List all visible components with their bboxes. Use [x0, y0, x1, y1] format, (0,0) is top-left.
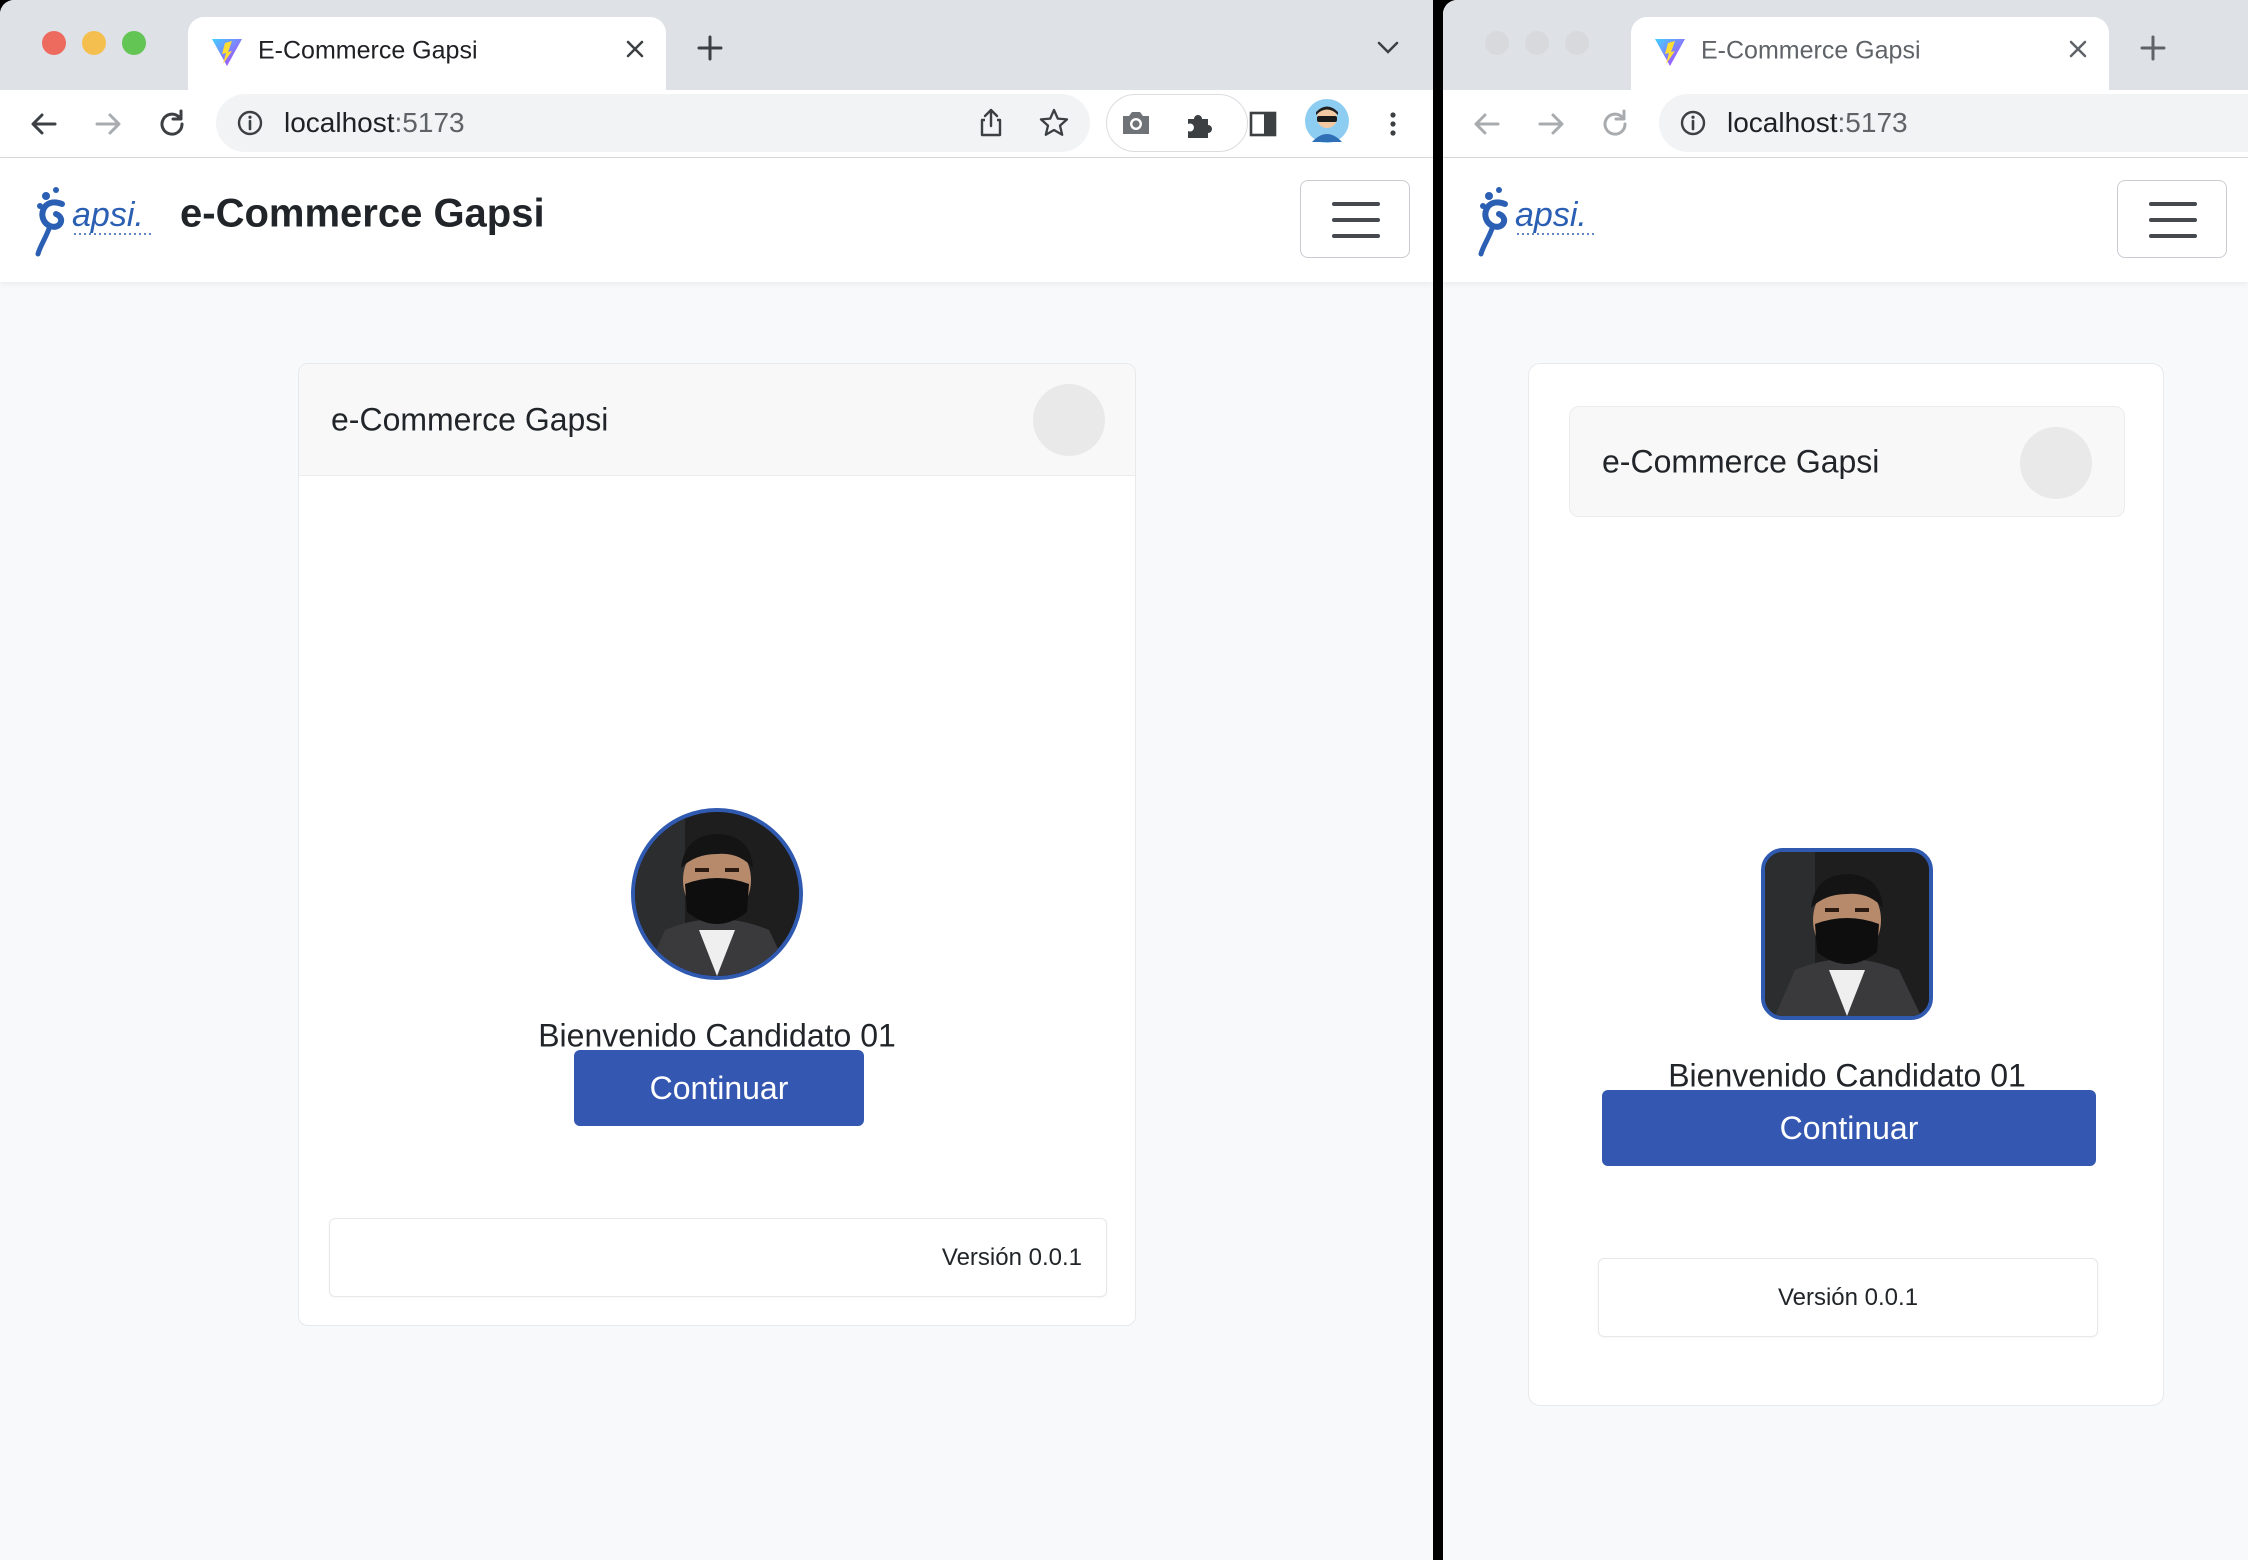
card-header: e-Commerce Gapsi [1569, 406, 2125, 517]
header-avatar-placeholder [1033, 384, 1105, 456]
extensions-group [1106, 94, 1248, 152]
forward-icon[interactable] [1534, 107, 1568, 141]
logo-text: apsi. [72, 196, 144, 234]
welcome-text: Bienvenido Candidato 01 [538, 1017, 896, 1054]
card-header: e-Commerce Gapsi [299, 364, 1135, 476]
user-avatar [631, 808, 803, 980]
hamburger-icon-line [1332, 218, 1380, 222]
close-icon[interactable] [2067, 38, 2089, 60]
url-text: localhost:5173 [1727, 107, 1908, 138]
forward-icon[interactable] [91, 107, 125, 141]
version-text: Versión 0.0.1 [1777, 1284, 1919, 1311]
sidepanel-icon[interactable] [1246, 107, 1280, 141]
tab-title: E-Commerce Gapsi [1701, 36, 1921, 65]
welcome-card: e-Commerce Gapsi Bienvenido Candidato 01… [298, 363, 1136, 1326]
tab-strip: E-Commerce Gapsi [0, 0, 1433, 90]
continue-button[interactable]: Continuar [1602, 1090, 2096, 1166]
address-bar[interactable]: localhost:5173 [1659, 94, 2248, 152]
reload-icon[interactable] [1598, 107, 1632, 141]
hamburger-icon-line [2149, 202, 2197, 206]
plus-icon[interactable] [2139, 34, 2167, 62]
vite-favicon-icon [212, 39, 242, 66]
url-text: localhost:5173 [284, 107, 465, 138]
continue-button[interactable]: Continuar [574, 1050, 864, 1126]
back-icon[interactable] [1470, 107, 1504, 141]
camera-icon[interactable] [1120, 108, 1152, 138]
profile-avatar[interactable] [1304, 98, 1350, 144]
chevron-down-icon[interactable] [1376, 40, 1400, 56]
share-icon[interactable] [976, 107, 1006, 139]
puzzle-icon[interactable] [1183, 107, 1217, 141]
info-icon[interactable] [1679, 109, 1707, 137]
tab-ecommerce-gapsi[interactable]: E-Commerce Gapsi [188, 17, 666, 90]
minimize-window-button[interactable] [1525, 31, 1549, 55]
browser-window-mobile: E-Commerce Gapsi localhost:5173 apsi. e-… [1443, 0, 2248, 1560]
page-content: apsi. e-Commerce Gapsi Bienvenido Candid… [1443, 158, 2248, 1560]
browser-window-desktop: E-Commerce Gapsi localhost:5173 apsi. e-… [0, 0, 1433, 1560]
maximize-window-button[interactable] [122, 31, 146, 55]
card-header-title: e-Commerce Gapsi [331, 401, 609, 438]
brand-title[interactable]: e-Commerce Gapsi [180, 192, 545, 237]
address-bar[interactable]: localhost:5173 [216, 94, 1090, 152]
browser-toolbar: localhost:5173 [0, 90, 1433, 158]
hamburger-icon-line [1332, 202, 1380, 206]
tab-ecommerce-gapsi[interactable]: E-Commerce Gapsi [1631, 17, 2109, 90]
back-icon[interactable] [27, 107, 61, 141]
reload-icon[interactable] [155, 107, 189, 141]
minimize-window-button[interactable] [82, 31, 106, 55]
user-avatar [1761, 848, 1933, 1020]
welcome-card: e-Commerce Gapsi Bienvenido Candidato 01… [1528, 363, 2164, 1406]
close-window-button[interactable] [42, 31, 66, 55]
star-icon[interactable] [1038, 107, 1070, 139]
kebab-menu-icon[interactable] [1376, 107, 1410, 141]
browser-toolbar: localhost:5173 [1443, 90, 2248, 158]
navbar-toggler-button[interactable] [1300, 180, 1410, 258]
maximize-window-button[interactable] [1565, 31, 1589, 55]
navbar: apsi. [1443, 158, 2248, 282]
version-footer: Versión 0.0.1 [1598, 1258, 2098, 1337]
hamburger-icon-line [2149, 234, 2197, 238]
hamburger-icon-line [1332, 234, 1380, 238]
version-footer: Versión 0.0.1 [329, 1218, 1107, 1297]
vite-favicon-icon [1655, 39, 1685, 66]
welcome-text: Bienvenido Candidato 01 [1668, 1057, 2026, 1094]
close-icon[interactable] [624, 38, 646, 60]
info-icon[interactable] [236, 109, 264, 137]
version-text: Versión 0.0.1 [941, 1244, 1082, 1271]
navbar: apsi. e-Commerce Gapsi [0, 158, 1433, 282]
hamburger-icon-line [2149, 218, 2197, 222]
card-header-title: e-Commerce Gapsi [1602, 443, 1880, 480]
logo-text: apsi. [1515, 196, 1587, 234]
close-window-button[interactable] [1485, 31, 1509, 55]
navbar-toggler-button[interactable] [2117, 180, 2227, 258]
gapsi-logo[interactable]: apsi. [32, 182, 164, 258]
tab-title: E-Commerce Gapsi [258, 36, 478, 65]
tab-strip: E-Commerce Gapsi [1443, 0, 2248, 90]
page-content: apsi. e-Commerce Gapsi e-Commerce Gapsi [0, 158, 1433, 1560]
plus-icon[interactable] [696, 34, 724, 62]
header-avatar-placeholder [2020, 427, 2092, 499]
gapsi-logo[interactable]: apsi. [1475, 182, 1607, 258]
